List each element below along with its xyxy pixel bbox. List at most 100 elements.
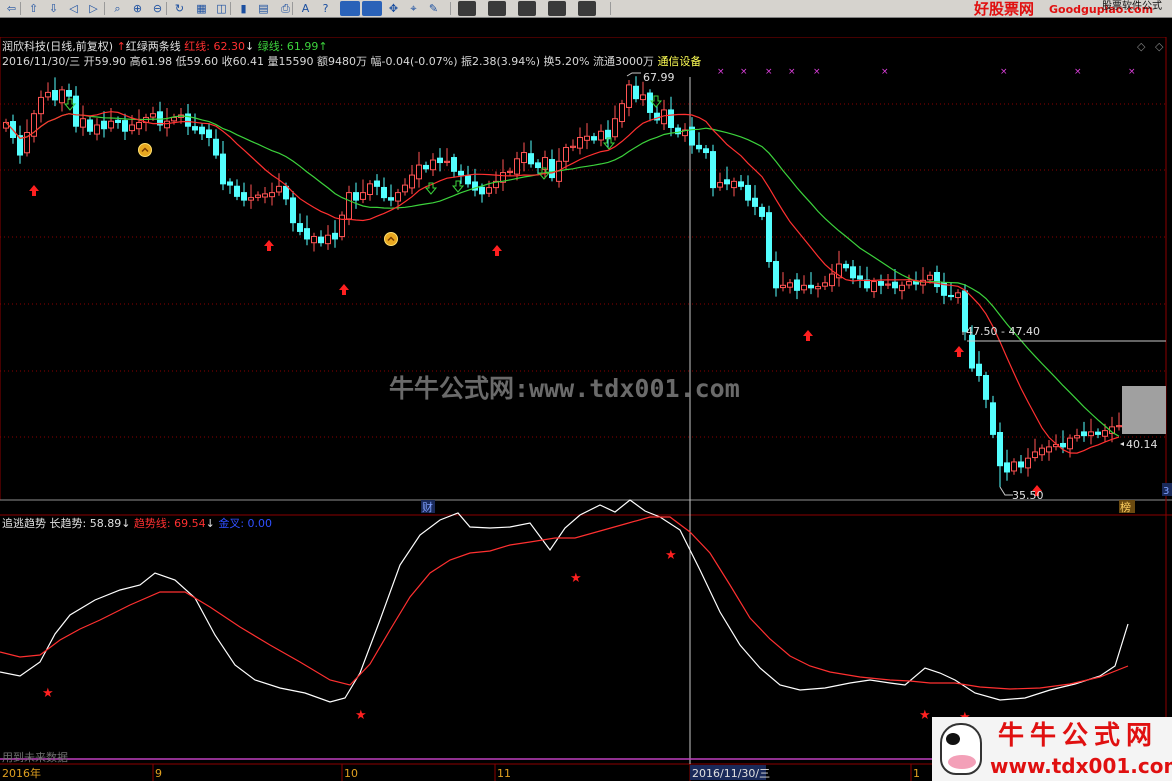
left-icon[interactable]: ◁ [66,1,81,16]
right-icon[interactable]: ▷ [86,1,101,16]
finance-mark[interactable]: 财 [422,500,433,514]
candle-body [1004,462,1010,473]
buy-arrow-icon [339,284,349,295]
candle-body [94,124,100,135]
signal-mark: × [740,67,748,77]
candle-body [360,192,366,200]
candle-body [1018,461,1024,468]
x-axis-label: 11 [497,767,511,780]
candle-body [192,126,198,131]
print-icon[interactable]: ⎙ [278,1,293,16]
cycle-button-5[interactable] [488,1,506,16]
candle-body [717,182,723,188]
refresh-icon[interactable]: ↻ [172,1,187,16]
zoom-in-icon[interactable]: ⊕ [130,1,145,16]
candle-body [1011,461,1017,472]
text-icon[interactable]: A [298,1,313,16]
candle-icon[interactable]: ▮ [236,1,251,16]
cross-icon[interactable]: ⌖ [406,1,421,16]
candle-body [955,292,961,299]
candle-body [1039,447,1045,456]
buy-arrow-icon [492,245,502,256]
down-icon[interactable]: ⇩ [46,1,61,16]
candle-body [619,103,625,123]
cycle-button-15[interactable] [518,1,536,16]
pencil-icon[interactable]: ✎ [426,1,441,16]
candle-body [577,136,583,149]
candle-body [129,124,135,132]
buy-arrow-icon [803,330,813,341]
candle-body [892,281,898,289]
candle-body [521,152,527,164]
candle-body [612,118,618,138]
candle-body [535,162,541,169]
candle-body [1046,446,1052,453]
candle-body [276,185,282,193]
help-icon[interactable]: ? [318,1,333,16]
candle-body [38,96,44,115]
candle-body [703,148,709,154]
toolbar-separator [230,2,231,15]
candle-body [479,186,485,195]
toolbar-badge-rsi[interactable] [340,1,360,16]
move-icon[interactable]: ✥ [386,1,401,16]
candle-body [213,138,219,156]
candle-body [465,175,471,185]
candle-body [430,159,436,171]
range-price-label: 47.50 - 47.40 [966,325,1040,338]
quote-line: 2016/11/30/三 开59.90 高61.98 低59.60 收60.41… [2,54,701,68]
candle-body [507,170,513,173]
toggle-icon[interactable]: ◇ [1155,40,1164,53]
candle-body [171,116,177,122]
candle-body [262,193,268,198]
candle-body [878,281,884,286]
cycle-button-60[interactable] [578,1,596,16]
candle-body [66,90,72,97]
candle-body [227,181,233,186]
candle-body [255,194,261,198]
selection-box[interactable] [1122,386,1166,434]
search-icon[interactable]: ⌕ [110,1,125,16]
grid-icon[interactable]: ▦ [194,1,209,16]
candle-body [983,375,989,400]
toolbar-separator [104,2,105,15]
kline-chart[interactable]: ××××××××× ★★★★★★用到未来数据 67.9935.5047.50 -… [0,37,1172,781]
candle-body [1095,431,1101,435]
cycle-button-1[interactable] [458,1,476,16]
up-icon[interactable]: ⇧ [26,1,41,16]
rank-mark[interactable]: 榜 [1120,500,1131,514]
center-watermark: 牛牛公式网:www.tdx001.com [389,374,740,403]
x-axis-label: 1 [913,767,920,780]
candle-body [1067,437,1073,450]
signal-mark: × [788,67,796,77]
candle-body [395,192,401,202]
back-icon[interactable]: ⇦ [4,1,19,16]
candle-body [745,184,751,201]
signal-mark: × [1074,67,1082,77]
expand-icon[interactable]: ◇ [1137,40,1146,53]
candle-body [297,223,303,232]
cross-star-icon: ★ [355,708,367,723]
candle-body [871,281,877,293]
candle-body [934,271,940,288]
layout-icon[interactable]: ▤ [256,1,271,16]
candle-body [1081,431,1087,437]
candle-body [1025,457,1031,469]
candle-body [976,363,982,377]
brand-name[interactable]: 好股票网 [974,1,1034,17]
zoom-out-icon[interactable]: ⊖ [150,1,165,16]
candle-body [850,266,856,279]
candle-body [864,279,870,289]
toolbar-badge-f10[interactable] [362,1,382,16]
gold-cross-icon [384,232,398,246]
signal-mark: × [765,67,773,77]
candle-body [1088,431,1094,437]
cross-star-icon: ★ [42,686,54,701]
chart-icon[interactable]: ◫ [214,1,229,16]
right-tab[interactable]: 3 [1163,486,1169,497]
cycle-button-30[interactable] [548,1,566,16]
current-price-tag: 40.14 [1126,438,1158,451]
watermark-badge-title: 牛牛公式网 [998,721,1159,751]
candle-body [388,197,394,201]
brand-app-label: 股票软件公式 [1102,1,1162,12]
